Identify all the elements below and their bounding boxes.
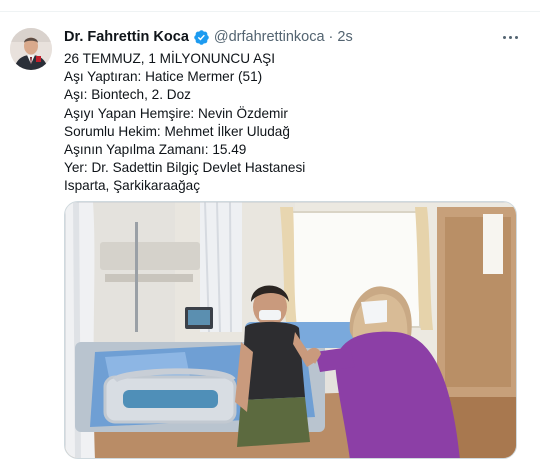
timeline-divider (0, 0, 540, 12)
avatar[interactable] (10, 28, 52, 70)
tweet[interactable]: Dr. Fahrettin Koca @drfahrettinkoca · 2s… (0, 12, 540, 470)
tweet-text-line: Isparta, Şarkikaraağaç (64, 178, 201, 194)
tweet-photo[interactable] (64, 201, 517, 459)
timestamp[interactable]: 2s (337, 29, 352, 45)
more-horizontal-icon[interactable] (496, 27, 524, 47)
tweet-text-line: Aşı Yaptıran: Hatice Mermer (51) (64, 69, 263, 85)
tweet-text-line: Aşıyı Yapan Hemşire: Nevin Özdemir (64, 105, 288, 121)
tweet-text-line: Aşının Yapılma Zamanı: 15.49 (64, 142, 247, 158)
author-name[interactable]: Dr. Fahrettin Koca (64, 29, 189, 45)
tweet-text-line: Aşı: Biontech, 2. Doz (64, 87, 191, 103)
separator-dot: · (328, 29, 334, 45)
verified-badge-icon (194, 29, 209, 45)
tweet-text-line: Sorumlu Hekim: Mehmet İlker Uludağ (64, 123, 290, 139)
tweet-text-line: Yer: Dr. Sadettin Bilgiç Devlet Hastanes… (64, 160, 306, 176)
tweet-header: Dr. Fahrettin Koca @drfahrettinkoca · 2s (64, 27, 353, 47)
tweet-text: 26 TEMMUZ, 1 MİLYONUNCU AŞI Aşı Yaptıran… (64, 50, 524, 196)
tweet-text-line: 26 TEMMUZ, 1 MİLYONUNCU AŞI (64, 51, 275, 66)
author-handle[interactable]: @drfahrettinkoca (214, 29, 325, 45)
